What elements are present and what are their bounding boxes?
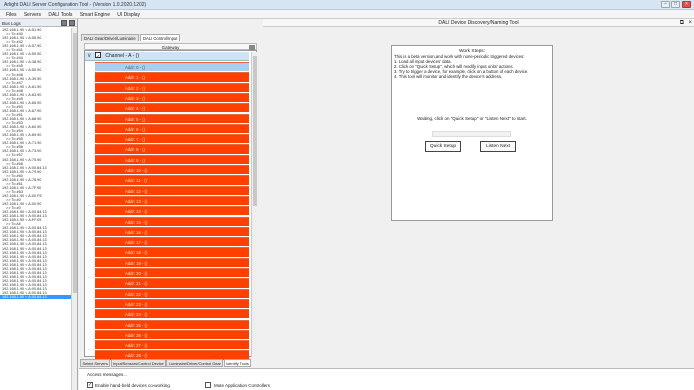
log-entry[interactable]: 192.168.1.90 < A:00.84.13 <box>0 295 71 300</box>
address-row[interactable]: Addr: 15 - () <box>95 216 249 226</box>
menu-servers[interactable]: Servers <box>24 12 41 18</box>
channel-label: Channel - A - () <box>105 53 140 59</box>
progress-bar <box>432 131 511 137</box>
close-icon[interactable]: × <box>682 1 691 8</box>
collapse-icon[interactable] <box>249 44 255 50</box>
work-step-line: 4. This tool will monitor and identify t… <box>394 74 503 79</box>
quick-setup-button[interactable]: Quick Setup <box>425 141 461 152</box>
address-row[interactable]: Addr: 10 - () <box>95 165 249 175</box>
mute-controllers-checkbox[interactable] <box>205 382 211 388</box>
address-row[interactable]: Addr: 14 - () <box>95 206 249 216</box>
address-row[interactable]: Addr: 9 - () <box>95 154 249 164</box>
address-row[interactable]: Addr: 21 - () <box>95 278 249 288</box>
discovery-tool-panel: DALI Device Discovery/Naming Tool ⧉ × Wo… <box>263 19 694 368</box>
bus-logs-header: Bus Logs <box>0 19 77 27</box>
tab-input-sensors[interactable]: Input/Sensors/Control Device <box>110 359 167 367</box>
gateway-header: Gateway <box>84 43 257 50</box>
address-row[interactable]: Addr: 8 - () <box>95 144 249 154</box>
menu-dali-tools[interactable]: DALI Tools <box>48 12 72 18</box>
discovery-tool-title: DALI Device Discovery/Naming Tool <box>438 20 519 26</box>
address-row[interactable]: Addr: 2 - () <box>95 82 249 92</box>
address-row[interactable]: Addr: 7 - () <box>95 134 249 144</box>
maximize-icon[interactable]: □ <box>671 1 680 8</box>
address-row[interactable]: Addr: 3 - () <box>95 92 249 103</box>
address-row[interactable]: Addr: 16 - () <box>95 226 249 237</box>
menu-bar: Files Servers DALI Tools Smart Engine UI… <box>0 10 694 19</box>
address-row[interactable]: Addr: 13 - () <box>95 195 249 206</box>
bottom-bar: Access messages... ✓ Enable hand-held de… <box>79 368 694 390</box>
address-row[interactable]: Addr: 27 - () <box>95 340 249 350</box>
menu-smart-engine[interactable]: Smart Engine <box>80 12 110 18</box>
address-row[interactable]: Addr: 23 - () <box>95 298 249 309</box>
title-bar: Arlight DALI Server Configuration Tool -… <box>0 0 694 10</box>
address-row[interactable]: Addr: 1 - () <box>95 72 249 82</box>
channel-checkbox[interactable]: ✓ <box>95 52 101 60</box>
tab-dali-control-input[interactable]: DALI Control/Input <box>139 34 181 41</box>
tab-select-servers[interactable]: Select Servers <box>80 359 111 367</box>
restore-icon[interactable]: ⧉ <box>680 19 684 27</box>
log-scroll-thumb[interactable] <box>73 33 77 293</box>
address-row[interactable]: Addr: 26 - () <box>95 329 249 340</box>
menu-ui-display[interactable]: UI Display <box>117 12 140 18</box>
address-row[interactable]: Addr: 11 - () <box>95 175 249 185</box>
tab-identify-tools[interactable]: Identify Tools <box>223 359 252 367</box>
listen-next-button[interactable]: Listen Next <box>480 141 516 152</box>
address-row[interactable]: Addr: 6 - () <box>95 123 249 134</box>
window-title: Arlight DALI Server Configuration Tool -… <box>4 2 147 8</box>
minimize-icon[interactable]: – <box>661 1 670 8</box>
work-steps-box: Work Steps: This is a beta version,and w… <box>391 45 553 221</box>
address-row[interactable]: Addr: 5 - () <box>95 113 249 123</box>
address-row[interactable]: Addr: 19 - () <box>95 257 249 267</box>
access-messages: Access messages... <box>87 372 128 377</box>
channel-row[interactable]: ∨ ✓ Channel - A - () <box>85 52 249 61</box>
menu-files[interactable]: Files <box>6 12 17 18</box>
address-row[interactable]: Addr: 20 - () <box>95 268 249 278</box>
address-row[interactable]: Addr: 17 - () <box>95 237 249 247</box>
pin-icon[interactable] <box>61 20 67 26</box>
address-row[interactable]: Addr: 0 - () <box>95 62 249 72</box>
discovery-tool-header: DALI Device Discovery/Naming Tool ⧉ × <box>263 19 694 27</box>
log-scrollbar[interactable] <box>71 28 77 390</box>
address-row[interactable]: Addr: 22 - () <box>95 288 249 298</box>
close-tool-icon[interactable]: × <box>688 19 692 27</box>
address-row[interactable]: Addr: 24 - () <box>95 309 249 319</box>
chevron-down-icon[interactable]: ∨ <box>87 52 91 61</box>
close-panel-icon[interactable] <box>69 20 75 26</box>
enable-handheld-label: Enable hand-held devices co-working <box>95 383 170 388</box>
address-row[interactable]: Addr: 25 - () <box>95 319 249 329</box>
bus-logs-panel: Bus Logs 192.168.1.90 < A:51.90 >> To #40… <box>0 19 78 390</box>
address-row[interactable]: Addr: 4 - () <box>95 103 249 113</box>
enable-handheld-checkbox[interactable]: ✓ <box>87 382 93 388</box>
tree-scroll-thumb[interactable] <box>253 56 257 206</box>
tree-scrollbar[interactable] <box>251 52 257 357</box>
tab-luminaire-driver[interactable]: Luminaire/Driver/Control Gear <box>166 359 224 367</box>
mute-controllers-label: Mute Application Controllers <box>214 383 271 388</box>
address-row[interactable]: Addr: 18 - () <box>95 247 249 257</box>
bus-log-list[interactable]: 192.168.1.90 < A:51.90 >> To #40 192.168.1… <box>0 28 71 390</box>
bus-logs-title: Bus Logs <box>2 20 21 26</box>
address-row[interactable]: Addr: 12 - () <box>95 185 249 195</box>
waiting-text: Waiting, click on "Quick Setup" or "List… <box>417 116 527 121</box>
bottom-tabs: Select Servers Input/Sensors/Control Dev… <box>80 359 263 368</box>
tab-dali-gear[interactable]: DALI Gear/Driver/Luminaire <box>81 34 139 41</box>
